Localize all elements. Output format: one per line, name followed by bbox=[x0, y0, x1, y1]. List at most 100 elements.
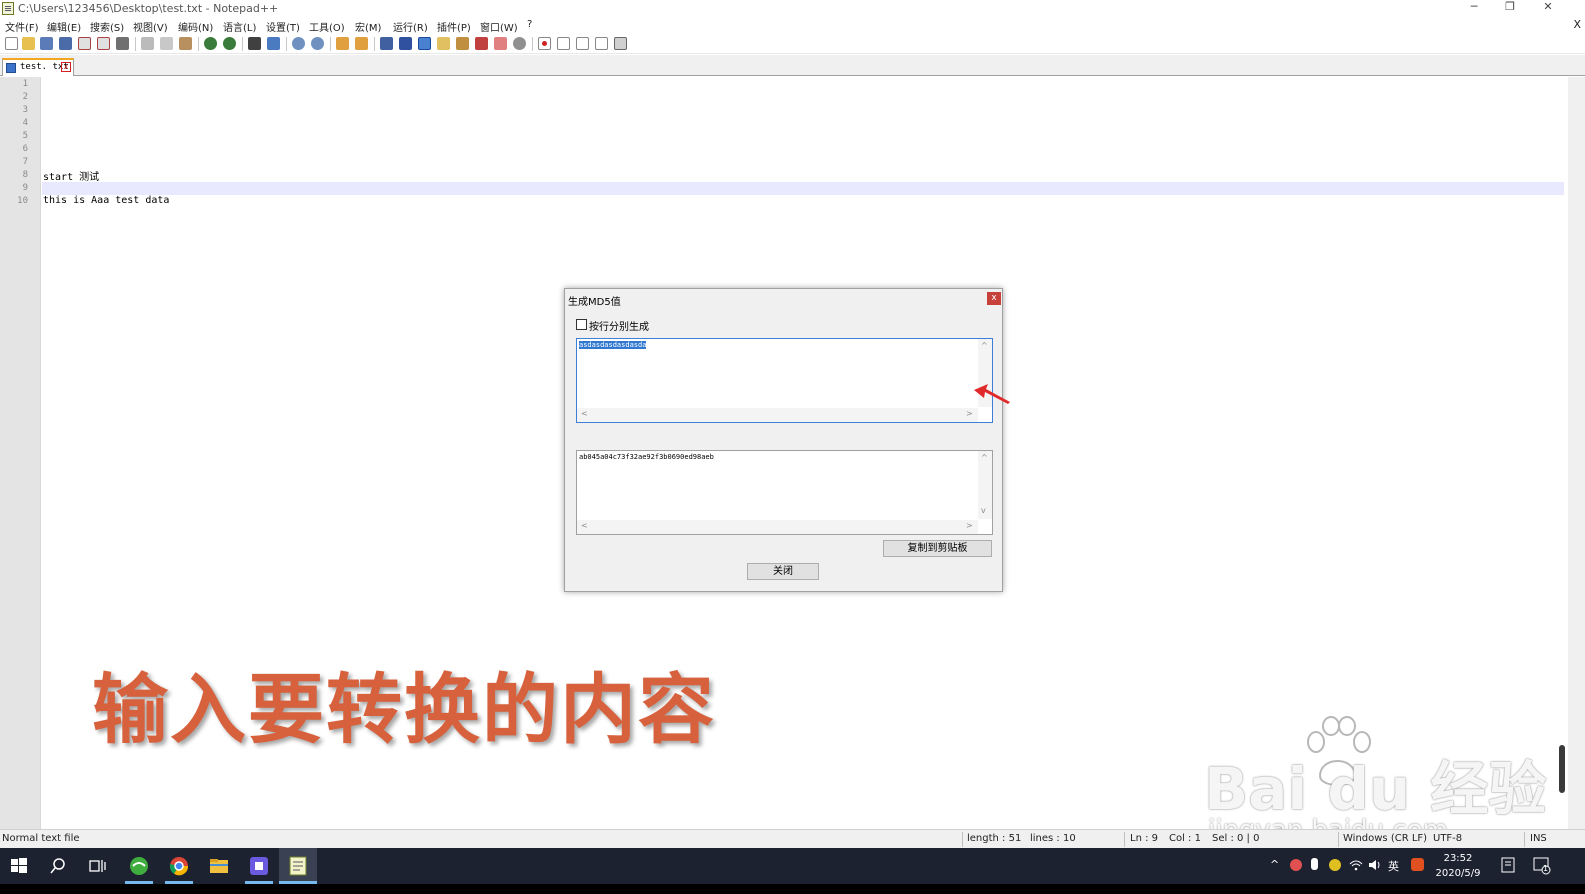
scroll-left-arrow-icon[interactable]: < bbox=[581, 409, 588, 418]
scroll-right-arrow-icon[interactable]: > bbox=[966, 521, 973, 530]
dialog-close-button[interactable]: 关闭 bbox=[747, 563, 819, 580]
notes-icon[interactable] bbox=[1500, 857, 1516, 873]
close-document-x[interactable]: X bbox=[1573, 18, 1581, 31]
microphone-icon[interactable] bbox=[1311, 858, 1318, 870]
tab-test-txt[interactable]: test. txt x bbox=[2, 58, 74, 76]
ime-indicator[interactable]: 英 bbox=[1388, 858, 1399, 874]
menu-tools[interactable]: 工具(O) bbox=[309, 19, 345, 34]
minimize-button[interactable]: ─ bbox=[1460, 0, 1488, 16]
editor-line-10[interactable]: this is Aaa test data bbox=[43, 195, 169, 206]
copy-icon[interactable] bbox=[160, 37, 173, 50]
status-insert-mode: INS bbox=[1530, 833, 1547, 844]
open-file-icon[interactable] bbox=[22, 37, 35, 50]
browser-360-icon[interactable] bbox=[127, 854, 151, 878]
editor-vertical-scrollbar[interactable] bbox=[1568, 77, 1585, 829]
zoom-out-icon[interactable] bbox=[311, 37, 324, 50]
indent-guide-icon[interactable] bbox=[418, 37, 431, 50]
sync-horizontal-icon[interactable] bbox=[355, 37, 368, 50]
md5-output-textarea[interactable]: ab045a04c73f32ae92f3b0690ed98aeb ^ v < > bbox=[576, 450, 993, 535]
tray-app-icon[interactable] bbox=[1290, 859, 1302, 871]
menu-help[interactable]: ? bbox=[527, 19, 532, 30]
paste-icon[interactable] bbox=[179, 37, 192, 50]
menu-plugins[interactable]: 插件(P) bbox=[437, 19, 471, 34]
line-number: 7 bbox=[22, 157, 28, 167]
scrollbar-thumb[interactable] bbox=[1559, 745, 1565, 793]
print-icon[interactable] bbox=[116, 37, 129, 50]
save-all-icon[interactable] bbox=[59, 37, 72, 50]
tray-security-icon[interactable] bbox=[1329, 859, 1341, 871]
menu-macro[interactable]: 宏(M) bbox=[355, 19, 381, 34]
chrome-icon[interactable] bbox=[167, 854, 191, 878]
menu-settings[interactable]: 设置(T) bbox=[266, 19, 300, 34]
scroll-right-arrow-icon[interactable]: > bbox=[966, 409, 973, 418]
play-macro-icon[interactable] bbox=[576, 37, 589, 50]
cut-icon[interactable] bbox=[141, 37, 154, 50]
toolbar bbox=[0, 34, 1585, 54]
copy-to-clipboard-button[interactable]: 复制到剪贴板 bbox=[883, 540, 992, 557]
save-icon[interactable] bbox=[40, 37, 53, 50]
word-wrap-icon[interactable] bbox=[380, 37, 393, 50]
redo-icon[interactable] bbox=[223, 37, 236, 50]
scroll-left-arrow-icon[interactable]: < bbox=[581, 521, 588, 530]
close-window-button[interactable]: ✕ bbox=[1534, 0, 1562, 16]
output-vertical-scrollbar[interactable]: ^ v bbox=[978, 451, 992, 519]
tab-bar: test. txt x bbox=[0, 55, 1585, 76]
md5-output-text[interactable]: ab045a04c73f32ae92f3b0690ed98aeb bbox=[579, 453, 714, 461]
menu-encoding[interactable]: 编码(N) bbox=[178, 19, 213, 34]
function-list-icon[interactable] bbox=[456, 37, 469, 50]
scroll-up-arrow-icon[interactable]: ^ bbox=[981, 341, 988, 350]
sogou-input-icon[interactable] bbox=[1411, 858, 1424, 871]
red-pointer-arrow-icon bbox=[974, 384, 1010, 404]
notepad-plus-plus-taskbar-icon[interactable] bbox=[286, 854, 310, 878]
line-number: 4 bbox=[22, 118, 28, 128]
tab-close-icon[interactable]: x bbox=[61, 62, 71, 72]
search-icon[interactable] bbox=[46, 854, 70, 878]
menu-language[interactable]: 语言(L) bbox=[223, 19, 256, 34]
per-line-checkbox-label[interactable]: 按行分别生成 bbox=[589, 318, 649, 333]
zoom-in-icon[interactable] bbox=[292, 37, 305, 50]
close-file-icon[interactable] bbox=[78, 37, 91, 50]
status-line-number: Ln : 9 bbox=[1130, 833, 1158, 844]
menu-window[interactable]: 窗口(W) bbox=[480, 19, 518, 34]
folder-workspace-icon[interactable] bbox=[494, 37, 507, 50]
replace-icon[interactable] bbox=[267, 37, 280, 50]
windows-start-icon[interactable] bbox=[7, 854, 31, 878]
input-horizontal-scrollbar[interactable]: < > bbox=[577, 408, 978, 422]
run-macro-multiple-icon[interactable] bbox=[595, 37, 608, 50]
task-view-icon[interactable] bbox=[85, 854, 109, 878]
show-all-chars-icon[interactable] bbox=[399, 37, 412, 50]
wifi-icon[interactable] bbox=[1349, 858, 1363, 872]
close-all-icon[interactable] bbox=[97, 37, 110, 50]
save-macro-icon[interactable] bbox=[614, 37, 627, 50]
tray-expand-chevron-icon[interactable]: ^ bbox=[1270, 858, 1279, 871]
scroll-down-arrow-icon[interactable]: v bbox=[981, 506, 986, 515]
find-icon[interactable] bbox=[248, 37, 261, 50]
language-icon[interactable] bbox=[437, 37, 450, 50]
taskbar-clock[interactable]: 23:52 2020/5/9 bbox=[1432, 851, 1484, 881]
app-store-icon[interactable] bbox=[247, 854, 271, 878]
output-horizontal-scrollbar[interactable]: < > bbox=[577, 520, 978, 534]
restore-button[interactable]: ❐ bbox=[1496, 0, 1524, 16]
volume-icon[interactable] bbox=[1368, 858, 1382, 872]
md5-input-textarea[interactable]: asdasdasdasdasda ^ < > bbox=[576, 338, 993, 423]
editor-line-8[interactable]: start 测试 bbox=[43, 168, 99, 183]
document-map-icon[interactable] bbox=[475, 37, 488, 50]
menu-file[interactable]: 文件(F) bbox=[5, 19, 39, 34]
file-explorer-icon[interactable] bbox=[207, 854, 231, 878]
action-center-icon[interactable] bbox=[1533, 857, 1551, 875]
title-bar: C:\Users\123456\Desktop\test.txt - Notep… bbox=[0, 0, 1585, 17]
new-file-icon[interactable] bbox=[5, 37, 18, 50]
menu-edit[interactable]: 编辑(E) bbox=[47, 19, 81, 34]
undo-icon[interactable] bbox=[204, 37, 217, 50]
input-text-selected[interactable]: asdasdasdasdasda bbox=[579, 341, 647, 349]
menu-run[interactable]: 运行(R) bbox=[393, 19, 428, 34]
menu-search[interactable]: 搜索(S) bbox=[90, 19, 124, 34]
dialog-close-icon[interactable]: x bbox=[987, 292, 1001, 305]
scroll-up-arrow-icon[interactable]: ^ bbox=[981, 453, 988, 462]
stop-macro-icon[interactable] bbox=[557, 37, 570, 50]
monitoring-icon[interactable] bbox=[513, 37, 526, 50]
per-line-checkbox[interactable] bbox=[576, 319, 587, 330]
menu-view[interactable]: 视图(V) bbox=[133, 19, 168, 34]
record-macro-icon[interactable] bbox=[538, 37, 551, 50]
sync-vertical-icon[interactable] bbox=[336, 37, 349, 50]
